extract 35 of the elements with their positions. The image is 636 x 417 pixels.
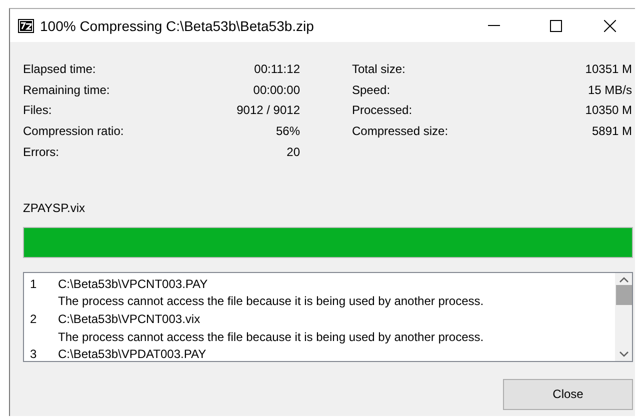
stat-value: 10351 M	[585, 62, 632, 76]
stat-label: Compressed size:	[352, 124, 448, 138]
scroll-thumb[interactable]	[616, 284, 632, 305]
error-path: C:\Beta53b\VPCNT003.vix	[58, 312, 202, 326]
stat-value: 56%	[276, 124, 300, 138]
error-message: The process cannot access the file because it is being used by another process.	[58, 294, 485, 308]
error-path: C:\Beta53b\VPDAT003.PAY	[58, 347, 208, 361]
stat-value: 10350 M	[585, 103, 632, 118]
stat-label: Files:	[23, 103, 52, 118]
stat-value: 9012 / 9012	[236, 103, 300, 118]
maximize-icon	[550, 20, 562, 32]
stat-label: Remaining time:	[23, 82, 110, 97]
error-number: 2	[30, 312, 38, 326]
error-number: 3	[30, 347, 38, 361]
stat-label: Errors:	[23, 144, 59, 159]
close-icon	[604, 20, 616, 32]
scrollbar[interactable]	[615, 272, 632, 361]
error-message: The process cannot access the file because it is being used by another process.	[58, 330, 485, 344]
stat-label: Compression ratio:	[23, 124, 124, 138]
app-icon	[18, 18, 34, 32]
stat-value: 15 MB/s	[588, 82, 632, 97]
error-number: 1	[30, 276, 38, 291]
stat-value: 00:00:00	[253, 82, 300, 97]
window-title: 100% Compressing C:\Beta53b\Beta53b.zip	[40, 18, 315, 34]
close-button[interactable]: Close	[503, 378, 633, 410]
stat-label: Speed:	[352, 82, 390, 97]
stat-label: Processed:	[352, 103, 412, 118]
error-path: C:\Beta53b\VPCNT003.PAY	[58, 276, 209, 291]
stat-value: 5891 M	[592, 124, 632, 138]
stat-label: Elapsed time:	[23, 62, 96, 76]
stat-label: Total size:	[352, 62, 406, 76]
current-file: ZPAYSP.vix	[23, 200, 86, 215]
stat-value: 00:11:12	[254, 62, 300, 76]
stat-value: 20	[286, 144, 300, 159]
minimize-icon	[488, 25, 500, 26]
